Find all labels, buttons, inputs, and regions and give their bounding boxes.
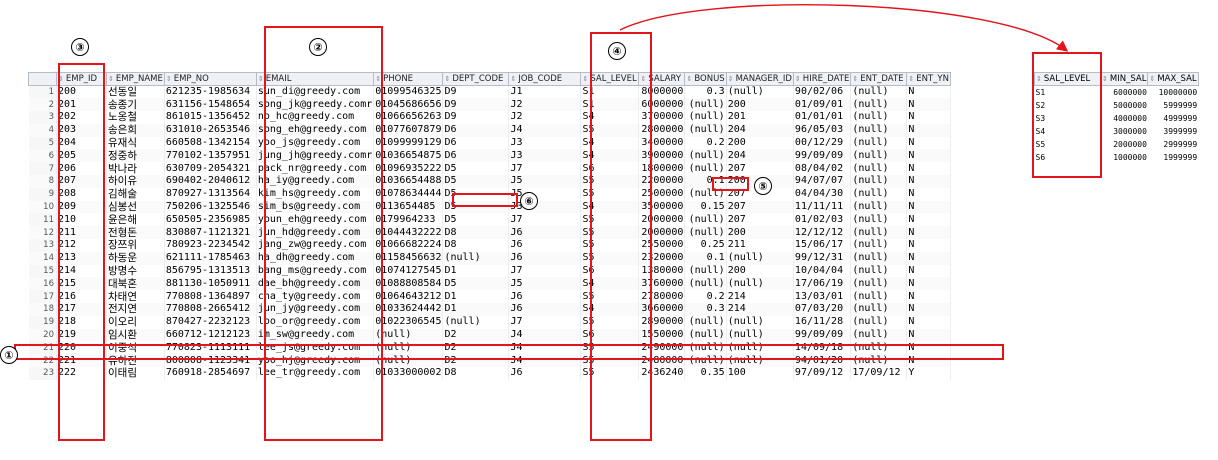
connector-arrow: [619, 4, 1069, 52]
